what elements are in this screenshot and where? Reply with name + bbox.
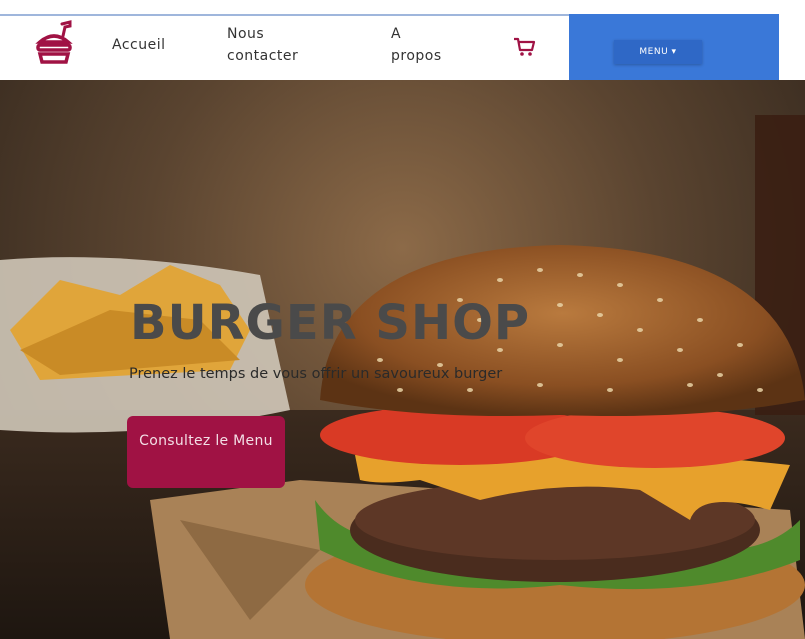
view-menu-button[interactable]: Consultez le Menu [127, 416, 285, 488]
burger-logo-icon[interactable] [32, 20, 76, 68]
hero-background-image [0, 115, 805, 639]
navbar-right-edge [779, 14, 805, 80]
hero-banner [0, 80, 805, 639]
hero-title: BURGER SHOP [130, 295, 531, 351]
menu-dropdown-button[interactable]: MENU ▾ [614, 40, 702, 64]
nav-link-home[interactable]: Accueil [112, 34, 166, 56]
hero-subtitle: Prenez le temps de vous offrir un savour… [129, 366, 503, 382]
shopping-cart-icon[interactable] [512, 36, 536, 58]
nav-link-about[interactable]: A propos [391, 23, 451, 67]
top-border [0, 0, 805, 14]
nav-link-contact[interactable]: Nous contacter [227, 23, 317, 67]
